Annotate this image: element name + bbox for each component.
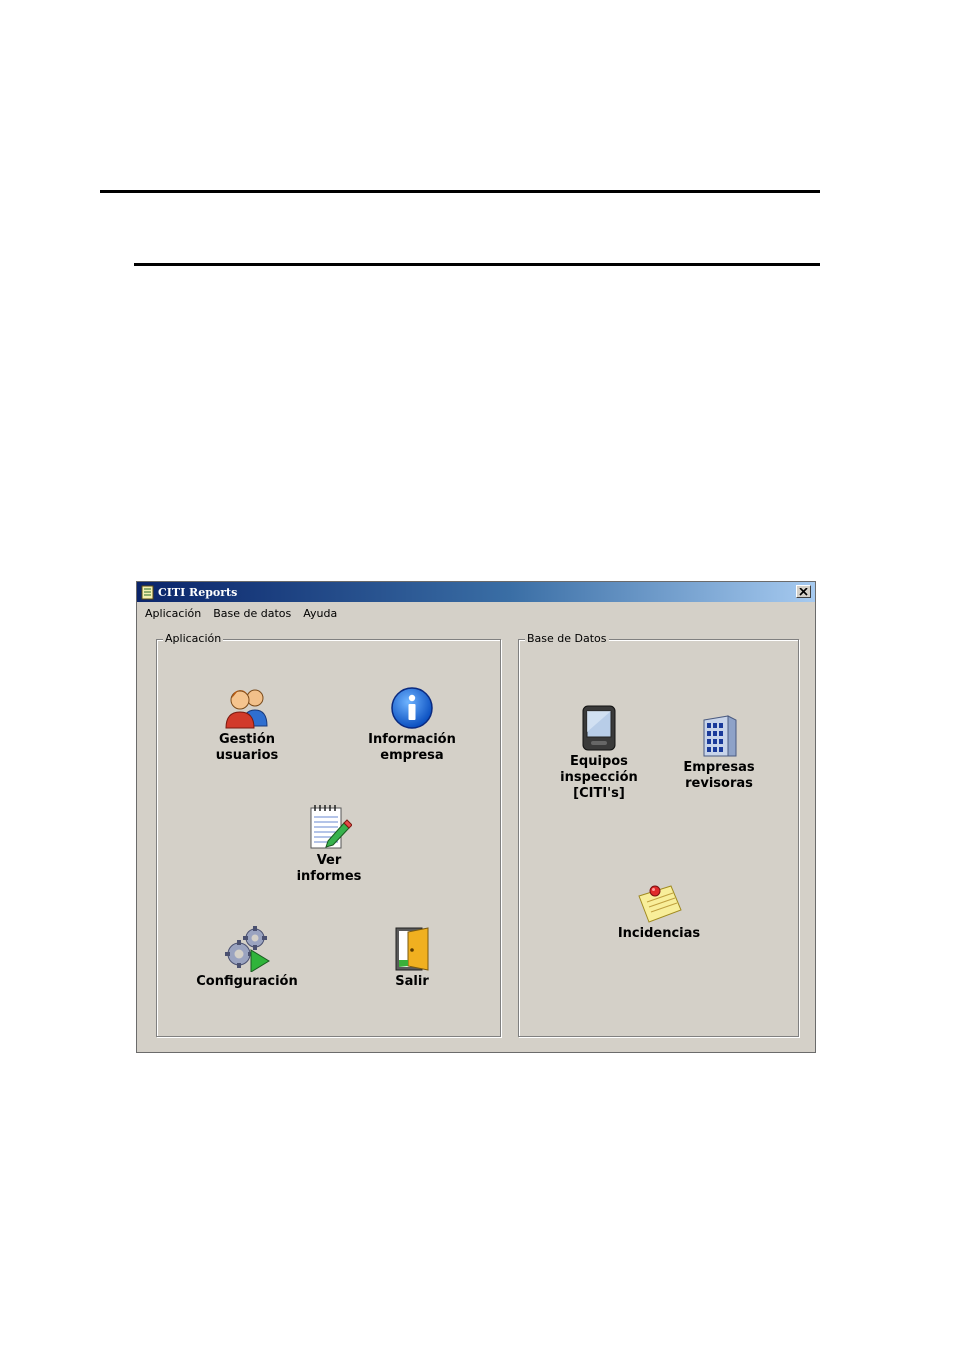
gestion-usuarios-button[interactable]: Gestión usuarios bbox=[202, 686, 292, 764]
ver-informes-button[interactable]: Ver informes bbox=[284, 803, 374, 885]
title-bar[interactable]: CITI Reports bbox=[137, 582, 815, 602]
menu-bar: Aplicación Base de datos Ayuda bbox=[137, 604, 343, 622]
menu-ayuda[interactable]: Ayuda bbox=[297, 607, 343, 620]
configuracion-button[interactable]: Configuración bbox=[196, 926, 298, 990]
citi-reports-window: CITI Reports Aplicación Base de datos Ay… bbox=[136, 581, 816, 1053]
group-aplicacion-legend: Aplicación bbox=[163, 632, 224, 645]
close-icon bbox=[799, 587, 808, 596]
ver-informes-label: Ver informes bbox=[296, 853, 362, 884]
informacion-empresa-label: Información empresa bbox=[368, 732, 456, 763]
incidencias-button[interactable]: Incidencias bbox=[609, 880, 709, 942]
empresas-revisoras-button[interactable]: Empresas revisoras bbox=[674, 714, 764, 792]
gears-icon bbox=[225, 926, 270, 972]
info-icon bbox=[391, 687, 433, 729]
header-rule-bottom bbox=[134, 263, 820, 266]
equipos-inspeccion-label: Equipos inspección [CITI's] bbox=[560, 754, 638, 801]
app-icon bbox=[141, 585, 154, 599]
salir-button[interactable]: Salir bbox=[367, 926, 457, 990]
group-base-de-datos: Base de Datos Equipos inspección [CITI's… bbox=[518, 632, 799, 1037]
group-aplicacion: Aplicación Gestión usuarios Información … bbox=[156, 632, 501, 1037]
notepad-pencil-icon bbox=[310, 805, 352, 849]
salir-label: Salir bbox=[395, 974, 429, 989]
door-icon bbox=[395, 927, 429, 971]
incidencias-label: Incidencias bbox=[617, 926, 701, 941]
informacion-empresa-button[interactable]: Información empresa bbox=[362, 686, 462, 764]
empresas-revisoras-label: Empresas revisoras bbox=[683, 760, 755, 791]
configuracion-label: Configuración bbox=[196, 974, 298, 989]
group-base-de-datos-legend: Base de Datos bbox=[525, 632, 609, 645]
building-icon bbox=[703, 715, 737, 757]
gestion-usuarios-label: Gestión usuarios bbox=[215, 732, 279, 763]
menu-aplicacion[interactable]: Aplicación bbox=[137, 607, 207, 620]
menu-base-de-datos[interactable]: Base de datos bbox=[207, 607, 297, 620]
close-button[interactable] bbox=[796, 585, 811, 598]
users-icon bbox=[225, 689, 268, 729]
window-title: CITI Reports bbox=[158, 585, 238, 599]
header-rule-top bbox=[100, 190, 820, 193]
equipos-inspeccion-button[interactable]: Equipos inspección [CITI's] bbox=[549, 704, 649, 802]
pda-icon bbox=[582, 705, 616, 751]
sticky-note-icon bbox=[638, 885, 682, 923]
